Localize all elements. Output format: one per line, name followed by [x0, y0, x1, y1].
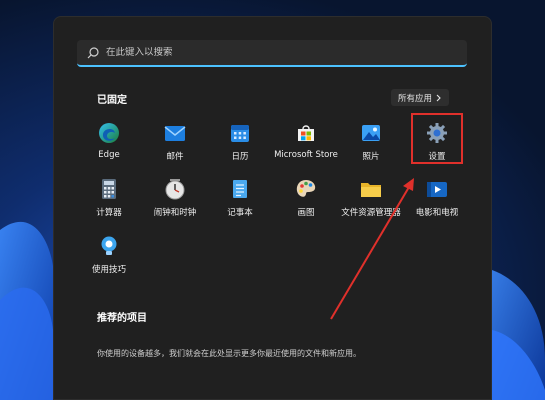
recommended-section-title: 推荐的项目: [97, 313, 147, 324]
search-input[interactable]: [106, 47, 426, 58]
app-label: 文件资源管理器: [341, 208, 401, 218]
mail-icon: [164, 126, 186, 141]
pinned-app-notepad[interactable]: 记事本: [207, 174, 273, 224]
calendar-icon: [231, 125, 249, 142]
app-label: 闹钟和时钟: [153, 208, 197, 218]
all-apps-button[interactable]: 所有应用: [391, 89, 450, 106]
store-icon: [298, 125, 314, 141]
pinned-app-mail[interactable]: 邮件: [142, 118, 208, 168]
settings-highlight-box: [411, 113, 463, 164]
app-label: 画图: [297, 208, 315, 218]
pinned-app-movies-tv[interactable]: 电影和电视: [404, 174, 470, 224]
pinned-app-calculator[interactable]: 计算器: [76, 174, 142, 224]
folder-icon: [361, 183, 381, 197]
app-label: 电影和电视: [415, 208, 459, 218]
app-label: 使用技巧: [91, 265, 126, 275]
app-label: Microsoft Store: [274, 150, 338, 160]
pinned-app-paint[interactable]: 画图: [273, 174, 339, 224]
app-label: Edge: [98, 150, 120, 160]
pinned-app-tips[interactable]: 使用技巧: [76, 231, 142, 281]
tips-lightbulb-icon: [101, 236, 117, 255]
pinned-section-title: 已固定: [97, 95, 127, 106]
app-label: 记事本: [227, 208, 253, 218]
app-label: 邮件: [166, 152, 184, 162]
search-icon: [87, 46, 99, 58]
photos-icon: [362, 125, 380, 141]
app-label: 日历: [231, 152, 249, 162]
pinned-app-photos[interactable]: 照片: [338, 118, 404, 168]
clock-icon: [165, 179, 185, 200]
pinned-app-calendar[interactable]: 日历: [207, 118, 273, 168]
search-box[interactable]: [77, 40, 467, 67]
pinned-app-store[interactable]: Microsoft Store: [273, 118, 339, 168]
movies-tv-icon: [427, 182, 447, 197]
paint-palette-icon: [296, 180, 316, 197]
app-label: 计算器: [96, 208, 122, 218]
edge-icon: [99, 123, 119, 143]
pinned-app-clock[interactable]: 闹钟和时钟: [142, 174, 208, 224]
pinned-app-file-explorer[interactable]: 文件资源管理器: [338, 174, 404, 224]
app-label: 照片: [362, 152, 380, 162]
chevron-right-icon: [436, 94, 441, 101]
start-menu: 已固定 所有应用 Edge 邮件 日历: [53, 16, 492, 400]
calculator-icon: [102, 179, 116, 199]
pinned-app-edge[interactable]: Edge: [76, 118, 142, 168]
notepad-icon: [233, 180, 247, 198]
recommended-description: 你使用的设备越多，我们就会在此处显示更多你最近使用的文件和新应用。: [97, 349, 361, 358]
all-apps-label: 所有应用: [398, 93, 433, 104]
